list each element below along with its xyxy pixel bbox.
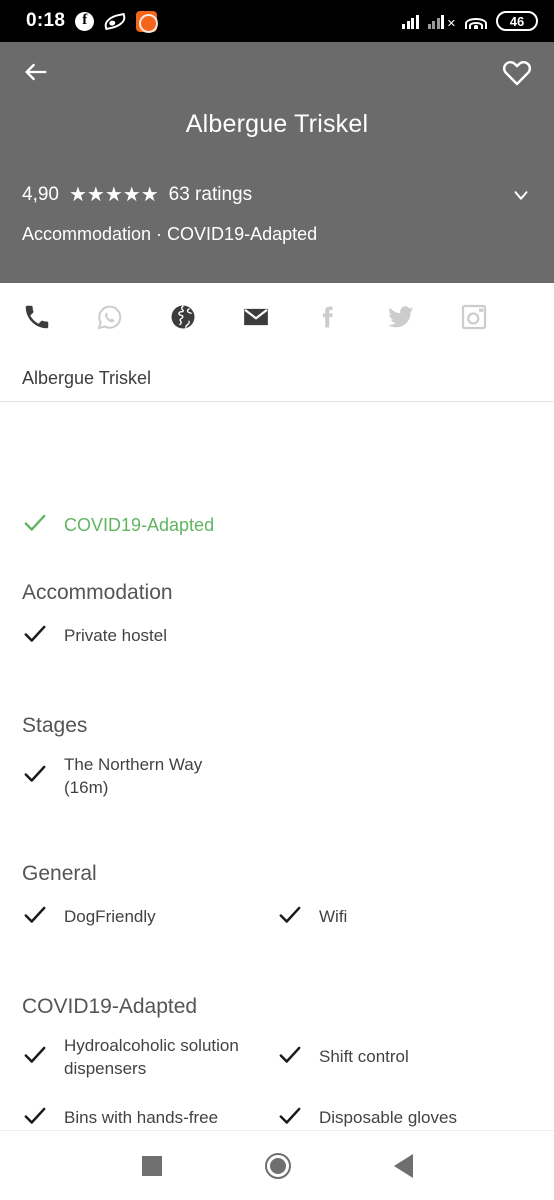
section-title-accommodation: Accommodation bbox=[22, 581, 173, 604]
feature-label: Private hostel bbox=[64, 626, 167, 646]
contact-icons-row bbox=[0, 283, 554, 351]
feature-label: Hydroalcoholic solution dispensers bbox=[64, 1035, 239, 1078]
feature-item[interactable]: Wifi bbox=[277, 902, 532, 933]
status-bar-left: 0:18 bbox=[26, 10, 159, 33]
phone-icon[interactable] bbox=[22, 302, 95, 332]
facebook-notification-icon bbox=[75, 11, 95, 31]
covid-adapted-badge: COVID19-Adapted bbox=[22, 510, 532, 541]
email-icon[interactable] bbox=[241, 302, 314, 332]
check-icon bbox=[22, 761, 48, 792]
page-title: Albergue Triskel bbox=[185, 110, 369, 138]
leaf-icon bbox=[103, 12, 128, 30]
status-bar: 0:18 ✕ 46 bbox=[0, 0, 554, 42]
section-divider bbox=[0, 401, 554, 402]
feature-grid-general: DogFriendly Wifi bbox=[22, 902, 532, 955]
header-toolbar bbox=[22, 42, 532, 102]
signal-no-service-icon: ✕ bbox=[427, 13, 456, 30]
battery-icon: 46 bbox=[496, 11, 538, 31]
feature-grid-stages: The Northern Way (16m) bbox=[22, 754, 532, 822]
check-icon bbox=[277, 1042, 303, 1073]
check-icon bbox=[22, 510, 48, 541]
covid-adapted-label: COVID19-Adapted bbox=[64, 515, 215, 535]
feature-label: Shift control bbox=[319, 1047, 409, 1067]
back-arrow-icon[interactable] bbox=[22, 58, 50, 86]
check-icon bbox=[277, 902, 303, 933]
status-time: 0:18 bbox=[26, 10, 66, 31]
feature-item[interactable]: Hydroalcoholic solution dispensers bbox=[22, 1035, 277, 1081]
rating-count: 63 ratings bbox=[168, 184, 253, 205]
signal-icon bbox=[402, 13, 419, 29]
feature-item[interactable]: Shift control bbox=[277, 1035, 532, 1081]
feature-item[interactable]: The Northern Way (16m) bbox=[22, 754, 532, 800]
section-title-general: General bbox=[22, 861, 97, 885]
feature-item[interactable]: Private hostel bbox=[22, 621, 532, 652]
check-icon bbox=[22, 902, 48, 933]
back-triangle-icon[interactable] bbox=[393, 1153, 413, 1178]
wifi-icon bbox=[465, 13, 487, 29]
rating-score: 4,90 bbox=[22, 184, 59, 205]
orange-app-icon bbox=[136, 10, 159, 33]
chevron-down-icon[interactable] bbox=[510, 184, 532, 206]
home-circle-icon[interactable] bbox=[264, 1152, 291, 1179]
details-content: COVID19-Adapted Accommodation Private ho… bbox=[0, 510, 554, 1156]
feature-label: Disposable gloves bbox=[319, 1107, 457, 1127]
whatsapp-icon[interactable] bbox=[95, 302, 168, 332]
check-icon bbox=[22, 1042, 48, 1073]
status-bar-right: ✕ 46 bbox=[402, 11, 538, 31]
feature-label: Wifi bbox=[319, 906, 348, 926]
check-icon bbox=[22, 621, 48, 652]
star-rating-icon: ★★★★★ bbox=[68, 184, 159, 206]
section-title-stages: Stages bbox=[22, 714, 88, 737]
contact-name: Albergue Triskel bbox=[22, 367, 152, 388]
header-subtitle: Accommodation · COVID19-Adapted bbox=[22, 224, 318, 244]
rating-group: 4,90 ★★★★★ 63 ratings bbox=[22, 184, 252, 206]
feature-label: The Northern Way (16m) bbox=[64, 755, 203, 797]
website-globe-icon[interactable] bbox=[168, 302, 241, 332]
heart-outline-icon[interactable] bbox=[502, 57, 532, 87]
android-navigation-bar bbox=[0, 1130, 554, 1200]
feature-label: DogFriendly bbox=[64, 906, 156, 926]
app-screen: 0:18 ✕ 46 bbox=[0, 0, 554, 1200]
feature-label: Bins with hands-free bbox=[64, 1107, 219, 1127]
feature-item[interactable]: DogFriendly bbox=[22, 902, 277, 933]
instagram-icon[interactable] bbox=[459, 302, 532, 332]
section-title-covid19-adapted: COVID19-Adapted bbox=[22, 994, 198, 1018]
feature-grid-accommodation: Private hostel bbox=[22, 621, 532, 674]
facebook-icon[interactable] bbox=[313, 302, 386, 332]
twitter-icon[interactable] bbox=[386, 302, 459, 332]
page-header: Albergue Triskel 4,90 ★★★★★ 63 ratings A… bbox=[0, 42, 554, 283]
recents-square-icon[interactable] bbox=[141, 1155, 162, 1176]
battery-level: 46 bbox=[509, 13, 525, 29]
rating-row[interactable]: 4,90 ★★★★★ 63 ratings bbox=[22, 184, 532, 206]
